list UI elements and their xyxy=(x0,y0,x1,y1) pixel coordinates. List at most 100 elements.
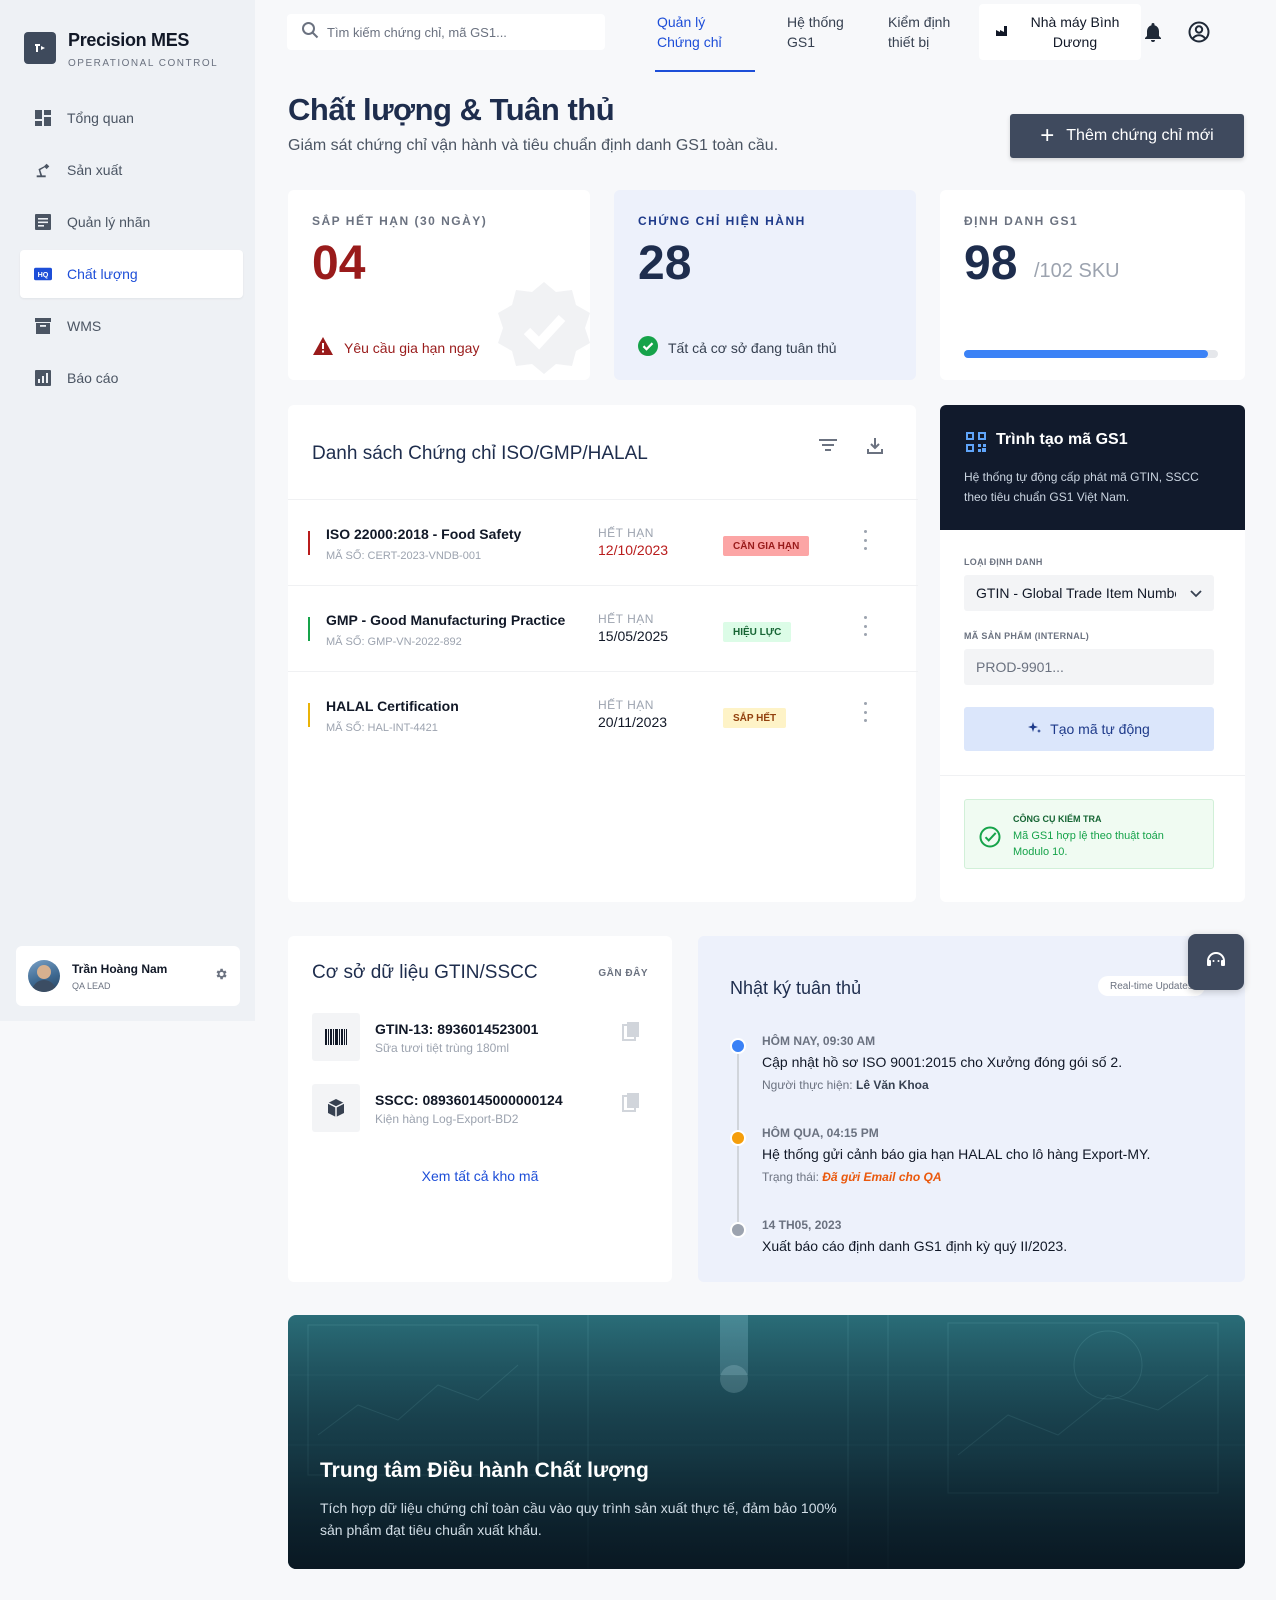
id-type-select[interactable]: GTIN - Global Trade Item Number xyxy=(964,575,1214,611)
sidebar-item-production[interactable]: Sản xuất xyxy=(20,146,243,194)
certificate-name: ISO 22000:2018 - Food Safety xyxy=(326,526,522,542)
barcode-icon xyxy=(312,1013,360,1061)
gs1-progress-bar xyxy=(964,350,1218,358)
gs1-generator-card: Trình tạo mã GS1 Hệ thống tự động cấp ph… xyxy=(940,405,1245,902)
log-meta-label: Trạng thái: xyxy=(762,1170,823,1184)
factory-name-line1: Nhà máy Bình xyxy=(1030,14,1120,30)
page-subtitle: Giám sát chứng chỉ vận hành và tiêu chuẩ… xyxy=(288,137,779,154)
search-input[interactable] xyxy=(327,24,587,40)
brand-subtitle: OPERATIONAL CONTROL xyxy=(68,58,219,69)
certificate-code: MÃ SỐ: CERT-2023-VNDB-001 xyxy=(326,550,482,562)
code-value: GTIN-13: 8936014523001 xyxy=(375,1021,539,1037)
certificate-code: MÃ SỐ: HAL-INT-4421 xyxy=(326,722,438,734)
hero-title: Trung tâm Điều hành Chất lượng xyxy=(320,1459,649,1482)
timeline-dot xyxy=(730,1038,746,1054)
status-badge: HIỆU LỰC xyxy=(723,622,792,642)
download-icon[interactable] xyxy=(866,437,884,460)
filter-icon[interactable] xyxy=(818,437,838,460)
sparkle-icon xyxy=(1028,721,1042,738)
expiry-date: 12/10/2023 xyxy=(598,542,669,558)
brand-logo-icon xyxy=(24,32,56,64)
code-list-item[interactable]: SSCC: 089360145000000124 Kiện hàng Log-E… xyxy=(312,1084,652,1132)
expiry-label: HẾT HẠN xyxy=(598,612,654,626)
top-bar: Quản lý Chứng chỉ Hệ thống GS1 Kiểm định… xyxy=(255,0,1276,80)
sidebar-item-label: Quản lý nhãn xyxy=(67,214,151,230)
stat-value: 98 xyxy=(964,237,1018,290)
tab-certificates[interactable]: Quản lý Chứng chỉ xyxy=(657,12,722,52)
divider xyxy=(940,775,1245,776)
log-meta: Người thực hiện: Lê Văn Khoa xyxy=(762,1078,929,1092)
gtin-database-card: Cơ sở dữ liệu GTIN/SSCC GẦN ĐÂY GTIN-13:… xyxy=(288,936,672,1282)
tab-gs1[interactable]: Hệ thống GS1 xyxy=(787,12,844,52)
more-vertical-icon[interactable] xyxy=(864,616,868,636)
sidebar-item-labels[interactable]: Quản lý nhãn xyxy=(20,198,243,246)
warehouse-icon xyxy=(34,317,52,335)
stat-card-gs1: ĐỊNH DANH GS1 98 /102 SKU xyxy=(940,190,1245,380)
copy-icon[interactable] xyxy=(622,1021,640,1046)
generate-code-button[interactable]: Tạo mã tự động xyxy=(964,707,1214,751)
sidebar-item-reports[interactable]: Báo cáo xyxy=(20,354,243,402)
certificate-row[interactable]: ISO 22000:2018 - Food Safety MÃ SỐ: CERT… xyxy=(288,499,918,585)
add-certificate-label: Thêm chứng chỉ mới xyxy=(1066,127,1214,144)
certificate-list-title: Danh sách Chứng chỉ ISO/GMP/HALAL xyxy=(312,443,648,464)
brand-title: Precision MES xyxy=(68,30,190,50)
svg-text:HQ: HQ xyxy=(38,270,49,279)
notification-bell-icon[interactable] xyxy=(1141,20,1165,44)
add-certificate-button[interactable]: + Thêm chứng chỉ mới xyxy=(1010,114,1244,158)
sidebar-item-wms[interactable]: WMS xyxy=(20,302,243,350)
copy-icon[interactable] xyxy=(622,1092,640,1117)
recent-label: GẦN ĐÂY xyxy=(598,968,648,979)
support-agent-button[interactable] xyxy=(1188,934,1244,990)
gs1-generator-header: Trình tạo mã GS1 Hệ thống tự động cấp ph… xyxy=(940,405,1245,530)
stat-value: 04 xyxy=(312,237,366,290)
user-role: QA LEAD xyxy=(72,980,111,991)
sidebar-item-quality[interactable]: HQ Chất lượng xyxy=(20,250,243,298)
factory-name-line2: Dương xyxy=(1052,34,1098,50)
validation-description: Mã GS1 hợp lệ theo thuật toán Modulo 10. xyxy=(1013,830,1164,858)
tab-label-line1: Quản lý xyxy=(657,14,706,30)
gtin-database-title: Cơ sở dữ liệu GTIN/SSCC xyxy=(312,962,538,983)
account-circle-icon[interactable] xyxy=(1187,20,1211,44)
check-circle-outline-icon xyxy=(979,826,1001,853)
stat-note: Tất cả cơ sở đang tuân thủ xyxy=(668,339,837,356)
certificate-list-card: Danh sách Chứng chỉ ISO/GMP/HALAL ISO 22… xyxy=(288,405,918,902)
view-all-codes-link[interactable]: Xem tất cả kho mã xyxy=(288,1168,672,1184)
timeline-dot xyxy=(730,1222,746,1238)
status-badge: SẮP HẾT xyxy=(723,708,787,728)
stat-label: ĐỊNH DANH GS1 xyxy=(964,214,1079,228)
more-vertical-icon[interactable] xyxy=(864,702,868,722)
search-box[interactable] xyxy=(287,14,605,50)
validation-box: CÔNG CỤ KIỂM TRA Mã GS1 hợp lệ theo thuậ… xyxy=(964,799,1214,869)
quality-hero-banner: Trung tâm Điều hành Chất lượng Tích hợp … xyxy=(288,1315,1245,1569)
certificate-row[interactable]: HALAL Certification MÃ SỐ: HAL-INT-4421 … xyxy=(288,671,918,757)
tab-label-line2: Chứng chỉ xyxy=(657,34,722,50)
certificate-name: HALAL Certification xyxy=(326,698,459,714)
status-indicator xyxy=(308,703,310,727)
more-vertical-icon[interactable] xyxy=(864,530,868,550)
plus-icon: + xyxy=(1040,122,1055,149)
sidebar-item-label: WMS xyxy=(67,318,102,334)
brand[interactable]: Precision MES OPERATIONAL CONTROL xyxy=(24,30,218,69)
certificate-name: GMP - Good Manufacturing Practice xyxy=(326,612,566,628)
product-code-input[interactable] xyxy=(964,649,1214,685)
expiry-date: 20/11/2023 xyxy=(598,714,668,730)
tab-equipment[interactable]: Kiểm định thiết bị xyxy=(888,12,950,52)
certificate-code: MÃ SỐ: GMP-VN-2022-892 xyxy=(326,636,462,648)
factory-icon xyxy=(995,24,1009,40)
verified-badge-icon xyxy=(498,282,590,374)
compliance-log-card: Nhật ký tuân thủ Real-time Updates HÔM N… xyxy=(698,936,1245,1282)
log-time: 14 TH05, 2023 xyxy=(762,1218,842,1232)
user-card[interactable]: Trần Hoàng Nam QA LEAD xyxy=(16,946,240,1006)
log-time: HÔM QUA, 04:15 PM xyxy=(762,1126,879,1140)
sidebar-item-label: Chất lượng xyxy=(67,266,138,282)
stat-unit: /102 SKU xyxy=(1034,260,1120,282)
certificate-row[interactable]: GMP - Good Manufacturing Practice MÃ SỐ:… xyxy=(288,585,918,671)
page-title: Chất lượng & Tuân thủ xyxy=(288,92,615,127)
generate-code-label: Tạo mã tự động xyxy=(1050,721,1150,737)
settings-gear-icon[interactable] xyxy=(214,967,228,986)
code-list-item[interactable]: GTIN-13: 8936014523001 Sữa tươi tiệt trù… xyxy=(312,1013,652,1061)
status-indicator xyxy=(308,531,310,555)
tab-label-line2: thiết bị xyxy=(888,34,930,50)
factory-selector[interactable]: Nhà máy Bình Dương xyxy=(979,4,1141,60)
sidebar-item-overview[interactable]: Tổng quan xyxy=(20,94,243,142)
